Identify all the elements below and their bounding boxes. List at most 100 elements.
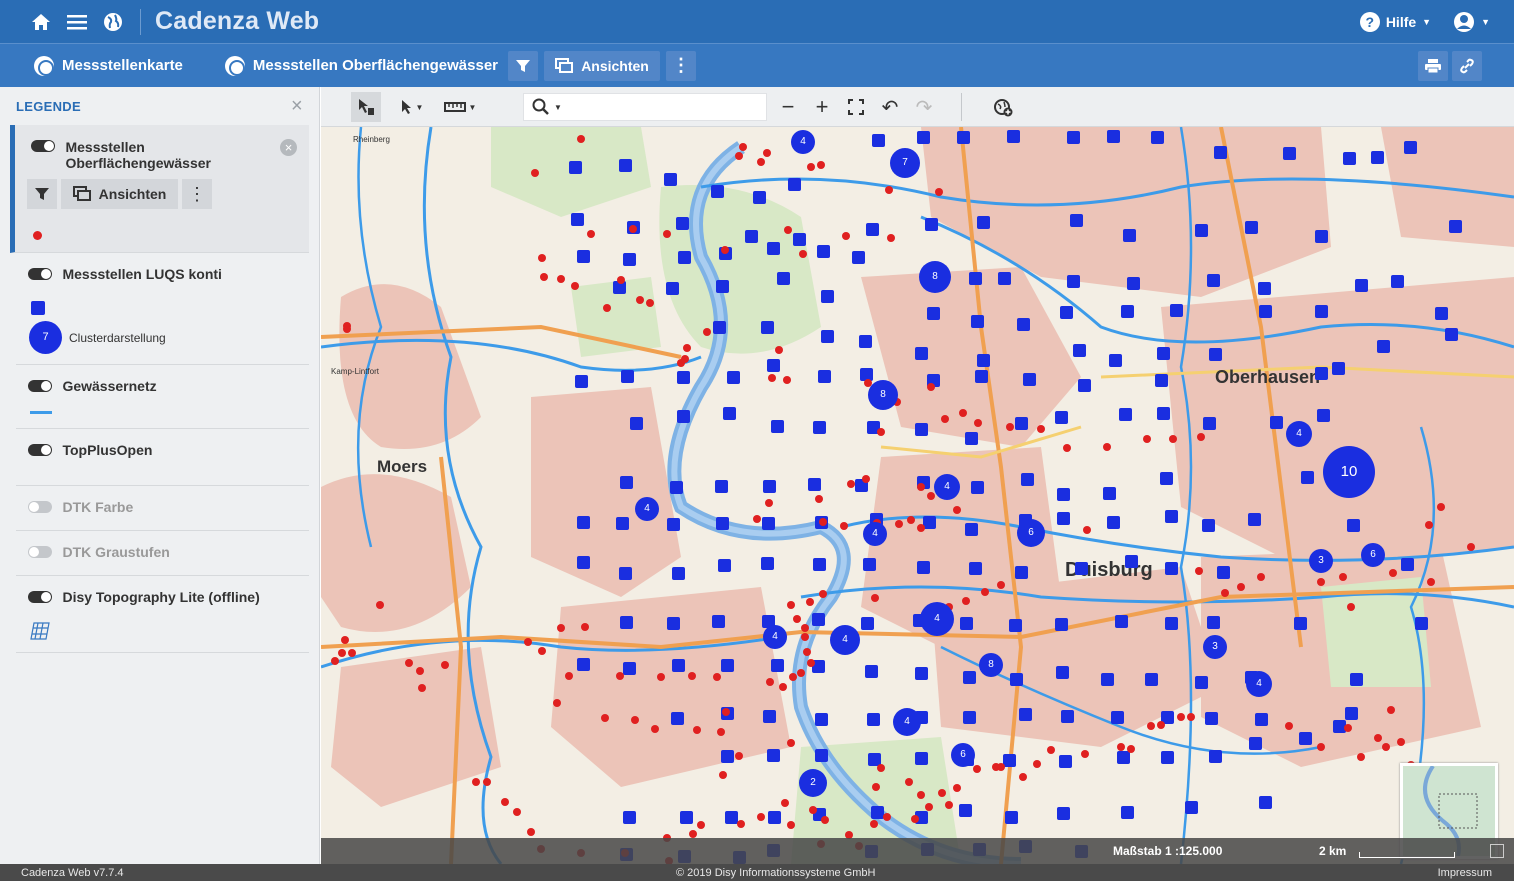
measurement-station-square[interactable] — [813, 558, 826, 571]
measurement-station-dot[interactable] — [405, 659, 413, 667]
measurement-station-dot[interactable] — [1117, 743, 1125, 751]
measurement-station-square[interactable] — [575, 375, 588, 388]
cluster-marker[interactable]: 4 — [893, 708, 921, 736]
link-button[interactable] — [1452, 51, 1482, 81]
measurement-station-dot[interactable] — [784, 226, 792, 234]
measurement-station-square[interactable] — [812, 613, 825, 626]
cluster-marker[interactable]: 4 — [791, 130, 815, 154]
measurement-station-dot[interactable] — [877, 428, 885, 436]
measurement-station-dot[interactable] — [1257, 573, 1265, 581]
measurement-station-dot[interactable] — [693, 726, 701, 734]
measurement-station-dot[interactable] — [925, 803, 933, 811]
map-canvas[interactable]: Moers Oberhausen Duisburg Kamp-Lintfort … — [321, 127, 1514, 864]
measure-tool-button[interactable]: ▼ — [441, 92, 479, 122]
measurement-station-square[interactable] — [1294, 617, 1307, 630]
cluster-marker[interactable]: 4 — [1246, 671, 1272, 697]
measurement-station-dot[interactable] — [815, 495, 823, 503]
measurement-station-square[interactable] — [1332, 362, 1345, 375]
measurement-station-square[interactable] — [963, 671, 976, 684]
measurement-station-dot[interactable] — [1387, 706, 1395, 714]
measurement-station-dot[interactable] — [992, 763, 1000, 771]
layer-toggle[interactable] — [31, 139, 55, 152]
measurement-station-square[interactable] — [1377, 340, 1390, 353]
measurement-station-square[interactable] — [1015, 566, 1028, 579]
measurement-station-dot[interactable] — [974, 419, 982, 427]
measurement-station-dot[interactable] — [1285, 722, 1293, 730]
cluster-marker[interactable]: 6 — [1017, 519, 1045, 547]
measurement-station-square[interactable] — [1056, 666, 1069, 679]
measurement-station-dot[interactable] — [885, 186, 893, 194]
measurement-station-square[interactable] — [1115, 615, 1128, 628]
measurement-station-dot[interactable] — [781, 799, 789, 807]
resize-handle[interactable] — [1490, 844, 1504, 858]
measurement-station-square[interactable] — [768, 811, 781, 824]
measurement-station-dot[interactable] — [1221, 589, 1229, 597]
measurement-station-dot[interactable] — [1397, 738, 1405, 746]
measurement-station-square[interactable] — [1371, 151, 1384, 164]
measurement-station-square[interactable] — [863, 558, 876, 571]
measurement-station-square[interactable] — [621, 370, 634, 383]
measurement-station-square[interactable] — [715, 480, 728, 493]
measurement-station-dot[interactable] — [501, 798, 509, 806]
measurement-station-square[interactable] — [571, 213, 584, 226]
measurement-station-dot[interactable] — [757, 158, 765, 166]
measurement-station-dot[interactable] — [1037, 425, 1045, 433]
measurement-station-square[interactable] — [678, 251, 691, 264]
measurement-station-square[interactable] — [1127, 277, 1140, 290]
measurement-station-dot[interactable] — [907, 516, 915, 524]
measurement-station-square[interactable] — [667, 617, 680, 630]
measurement-station-dot[interactable] — [1127, 745, 1135, 753]
measurement-station-square[interactable] — [959, 804, 972, 817]
cluster-marker[interactable]: 4 — [1286, 421, 1312, 447]
measurement-station-square[interactable] — [1270, 416, 1283, 429]
home-icon[interactable] — [30, 11, 52, 33]
add-layer-button[interactable] — [991, 92, 1015, 122]
more-button[interactable]: ⋮ — [666, 50, 697, 81]
measurement-station-square[interactable] — [727, 371, 740, 384]
measurement-station-dot[interactable] — [757, 813, 765, 821]
measurement-station-square[interactable] — [1059, 755, 1072, 768]
measurement-station-square[interactable] — [1101, 673, 1114, 686]
measurement-station-square[interactable] — [1009, 619, 1022, 632]
measurement-station-square[interactable] — [1060, 306, 1073, 319]
measurement-station-dot[interactable] — [765, 499, 773, 507]
measurement-station-square[interactable] — [619, 159, 632, 172]
zoom-in-button[interactable]: + — [811, 92, 833, 122]
measurement-station-dot[interactable] — [783, 376, 791, 384]
measurement-station-dot[interactable] — [938, 789, 946, 797]
measurement-station-dot[interactable] — [1187, 713, 1195, 721]
measurement-station-dot[interactable] — [807, 163, 815, 171]
measurement-station-square[interactable] — [1161, 751, 1174, 764]
measurement-station-square[interactable] — [767, 359, 780, 372]
measurement-station-square[interactable] — [977, 354, 990, 367]
measurement-station-dot[interactable] — [538, 254, 546, 262]
measurement-station-square[interactable] — [1209, 348, 1222, 361]
tab-messstellenkarte[interactable]: Messstellenkarte — [34, 55, 183, 76]
measurement-station-dot[interactable] — [1317, 743, 1325, 751]
layer-toggle[interactable] — [28, 443, 52, 456]
measurement-station-dot[interactable] — [945, 801, 953, 809]
measurement-station-square[interactable] — [866, 223, 879, 236]
measurement-station-square[interactable] — [569, 161, 582, 174]
measurement-station-square[interactable] — [712, 615, 725, 628]
cluster-marker[interactable]: 8 — [979, 653, 1003, 677]
measurement-station-dot[interactable] — [663, 230, 671, 238]
measurement-station-square[interactable] — [821, 330, 834, 343]
cluster-marker[interactable]: 4 — [863, 522, 887, 546]
measurement-station-square[interactable] — [713, 321, 726, 334]
measurement-station-square[interactable] — [1055, 618, 1068, 631]
cluster-marker[interactable]: 3 — [1309, 549, 1333, 573]
layer-views-button[interactable]: Ansichten — [61, 179, 178, 209]
measurement-station-dot[interactable] — [418, 684, 426, 692]
measurement-station-square[interactable] — [1391, 275, 1404, 288]
measurement-station-square[interactable] — [716, 280, 729, 293]
measurement-station-dot[interactable] — [601, 714, 609, 722]
measurement-station-dot[interactable] — [871, 594, 879, 602]
measurement-station-dot[interactable] — [617, 276, 625, 284]
measurement-station-dot[interactable] — [681, 355, 689, 363]
measurement-station-dot[interactable] — [689, 830, 697, 838]
measurement-station-square[interactable] — [1165, 510, 1178, 523]
measurement-station-square[interactable] — [1207, 274, 1220, 287]
measurement-station-dot[interactable] — [1177, 713, 1185, 721]
measurement-station-square[interactable] — [1103, 487, 1116, 500]
